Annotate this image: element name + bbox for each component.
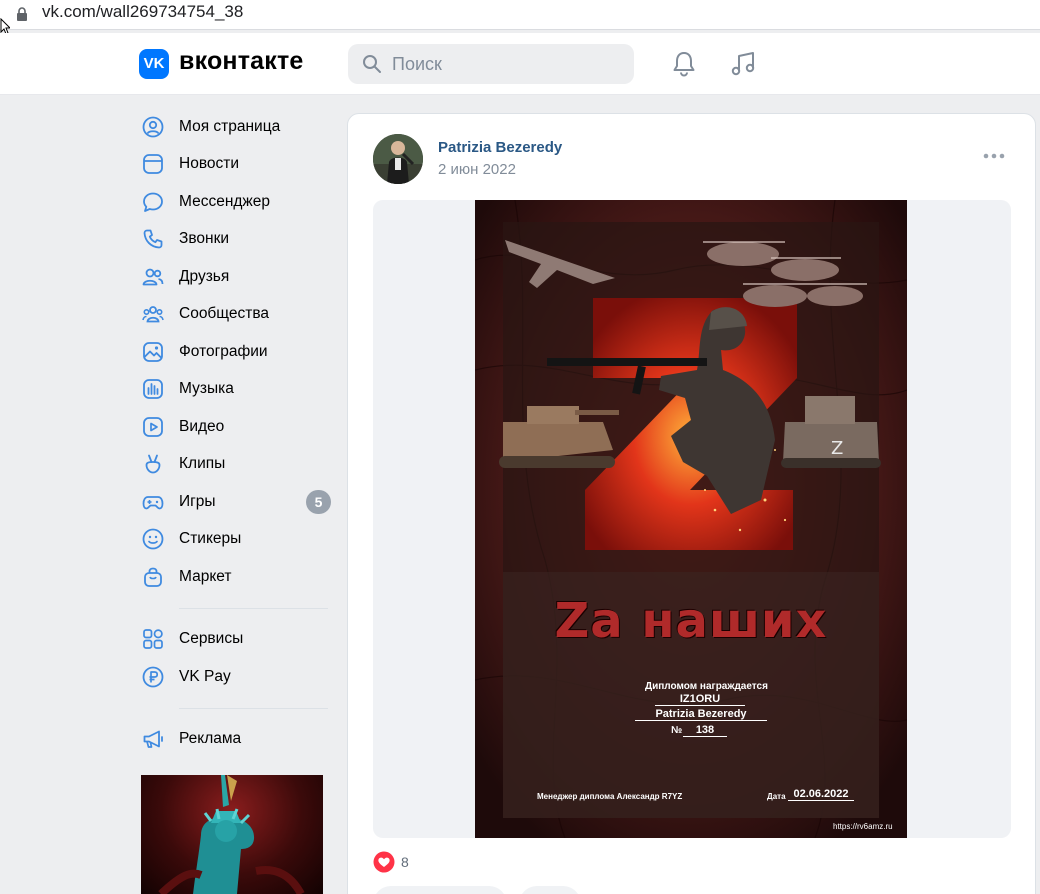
sidebar-item-services[interactable]: Сервисы [139,621,334,659]
sidebar-item-news[interactable]: Новости [139,146,334,184]
browser-address-bar[interactable]: vk.com/wall269734754_38 [0,0,1040,35]
url-text[interactable]: vk.com/wall269734754_38 [42,2,243,22]
sidebar-item-label: Фотографии [179,342,268,360]
user-circle-icon [142,116,164,138]
sidebar-item-label: Маркет [179,567,232,585]
news-icon [143,154,163,175]
phone-icon [143,229,163,249]
svg-text:Z: Z [831,438,843,459]
diploma-artwork: Z [475,200,907,838]
diploma-title: Za наших [554,593,828,649]
sidebar-item-communities[interactable]: Сообщества [139,296,334,334]
diploma-number: 138 [683,724,727,737]
like-count: 8 [401,854,409,870]
vk-header: VK вконтакте [0,33,1040,95]
sidebar-divider [179,607,328,609]
lock-icon [17,7,27,21]
sidebar-item-messenger[interactable]: Мессенджер [139,183,334,221]
sidebar-item-label: Музыка [179,380,234,398]
sidebar-item-label: VK Pay [179,667,231,685]
sidebar-item-calls[interactable]: Звонки [139,221,334,259]
sidebar-item-label: Видео [179,417,225,435]
sidebar-item-label: Друзья [179,267,230,285]
like-button[interactable]: 8 [373,850,409,874]
avatar[interactable] [373,134,423,184]
megaphone-icon [143,730,163,749]
vk-logo-icon[interactable]: VK [139,49,169,79]
sidebar-item-ads[interactable]: Реклама [139,721,334,759]
comment-action-button[interactable] [519,886,581,894]
sidebar-item-label: Моя страница [179,117,281,135]
post-date[interactable]: 2 июн 2022 [438,161,516,178]
diploma-number-label: № [671,725,683,736]
reaction-action-button[interactable] [373,886,507,894]
sidebar-item-friends[interactable]: Друзья [139,258,334,296]
heart-icon [373,851,395,873]
sidebar-item-label: Клипы [179,455,226,473]
sidebar-item-clips[interactable]: Клипы [139,446,334,484]
sidebar-item-label: Сообщества [179,305,270,323]
games-badge: 5 [306,490,331,514]
sidebar-item-stickers[interactable]: Стикеры [139,521,334,559]
sidebar-promo-image[interactable] [141,775,323,894]
diploma-manager: Менеджер диплома Александр R7YZ [537,792,683,801]
message-bubble-icon [143,192,163,212]
sidebar-divider [179,707,328,709]
diploma-name: Patrizia Bezeredy [635,708,767,721]
sidebar-item-music[interactable]: Музыка [139,371,334,409]
post-attachment[interactable]: Z Za наших Дипломом награждается IZ1ORU … [373,200,1011,838]
sidebar-item-market[interactable]: Маркет [139,558,334,596]
sidebar-item-label: Игры [179,492,216,510]
gamepad-icon [142,495,164,510]
bell-icon[interactable] [670,50,698,78]
grid-icon [143,629,163,650]
left-sidebar: Моя страница Новости Мессенджер Звонки Д… [139,108,334,758]
bag-icon [144,567,162,587]
sidebar-item-label: Новости [179,155,240,173]
music-note-icon[interactable] [729,50,757,78]
search-box[interactable] [348,44,634,84]
diploma-site: https://rv6amz.ru [833,822,893,831]
sidebar-item-photos[interactable]: Фотографии [139,333,334,371]
friends-icon [142,268,164,286]
photo-icon [143,341,163,362]
smile-icon [142,528,164,550]
sidebar-item-label: Стикеры [179,530,242,548]
sidebar-item-games[interactable]: Игры 5 [139,483,334,521]
search-icon [363,55,381,73]
vk-logo-text[interactable]: вконтакте [179,47,304,76]
sidebar-item-label: Мессенджер [179,192,271,210]
sidebar-item-label: Сервисы [179,630,244,648]
ruble-icon [142,666,164,688]
music-bars-icon [143,379,163,400]
diploma-award-line: Дипломом награждается [645,681,768,692]
clips-icon [145,454,161,474]
diploma-callsign: IZ1ORU [655,693,745,706]
sidebar-item-label: Звонки [179,230,230,248]
sidebar-item-my-page[interactable]: Моя страница [139,108,334,146]
search-input[interactable] [392,52,622,76]
video-icon [143,416,163,437]
diploma-image[interactable]: Z Za наших Дипломом награждается IZ1ORU … [475,200,907,838]
diploma-date-label: Дата [767,792,786,801]
sidebar-item-video[interactable]: Видео [139,408,334,446]
sidebar-item-vk-pay[interactable]: VK Pay [139,658,334,696]
wall-post: Patrizia Bezeredy 2 июн 2022 Z Za наших … [347,113,1036,894]
post-author[interactable]: Patrizia Bezeredy [438,139,562,156]
communities-icon [142,306,164,323]
more-options-icon[interactable] [983,152,1005,160]
diploma-date: 02.06.2022 [788,788,854,801]
sidebar-item-label: Реклама [179,730,242,748]
